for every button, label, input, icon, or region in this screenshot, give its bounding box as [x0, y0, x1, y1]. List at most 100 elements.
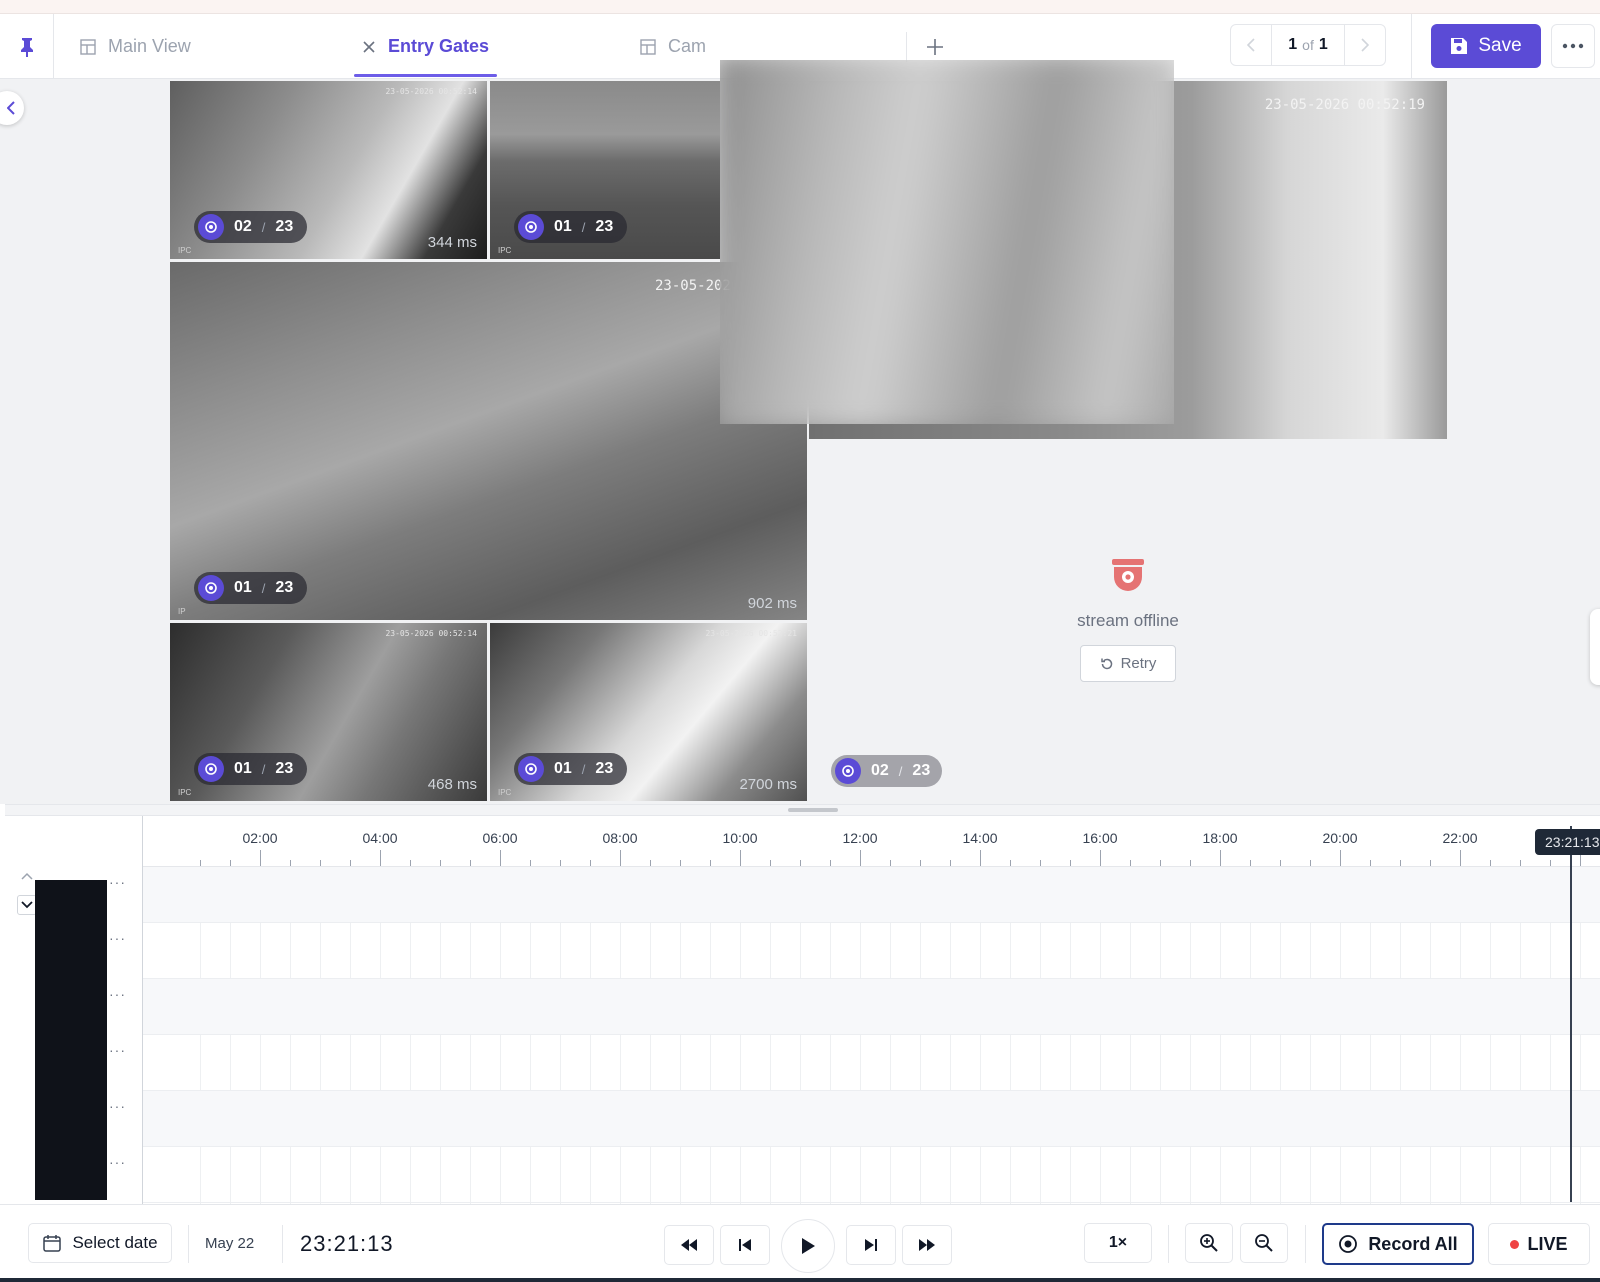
retry-label: Retry — [1120, 655, 1157, 672]
timeline-tick — [200, 860, 201, 866]
speed-button[interactable]: 1× — [1084, 1223, 1152, 1263]
previous-button[interactable] — [720, 1225, 770, 1265]
row-options-icon[interactable]: ··· — [109, 1042, 126, 1058]
close-icon[interactable] — [362, 40, 376, 54]
timeline-hour-label: 22:00 — [1442, 830, 1478, 846]
camera-counter-badge[interactable]: 01 / 23 — [514, 211, 628, 243]
camera-latency: 902 ms — [747, 595, 797, 612]
camera-timestamp: 23-05-2026 00:52:14 — [385, 629, 477, 638]
right-panel-handle[interactable] — [1590, 609, 1600, 685]
row-options-icon[interactable]: ··· — [109, 1154, 126, 1170]
camera-counter-badge[interactable]: 01 / 23 — [514, 753, 628, 785]
camera-tile[interactable]: IPC 01 / 23 — [490, 81, 720, 259]
timeline-tick — [710, 860, 711, 866]
next-button[interactable] — [846, 1225, 896, 1265]
camera-counter-badge[interactable]: 02 / 23 — [194, 211, 308, 243]
timeline-tick — [1160, 860, 1161, 866]
camera-counter-badge[interactable]: 01 / 23 — [194, 572, 308, 604]
resize-handle[interactable] — [788, 808, 838, 812]
current-time-marker[interactable] — [1570, 826, 1572, 1202]
live-button[interactable]: LIVE — [1488, 1223, 1590, 1265]
timeline-tick — [1040, 860, 1041, 866]
camera-watermark: IPC — [178, 788, 192, 797]
camera-tile[interactable]: 23-05-202 IP 902 ms 01 / 23 — [170, 262, 807, 620]
timeline-row[interactable] — [143, 867, 1600, 923]
camera-counter-badge[interactable]: 02 / 23 — [831, 755, 943, 787]
timeline-tick — [920, 860, 921, 866]
badge-first: 01 — [234, 579, 252, 596]
tab-entry-gates[interactable]: Entry Gates — [353, 14, 498, 79]
camera-tile[interactable]: 23-05-2026 00:52:14 IPC 344 ms 02 / 23 — [170, 81, 487, 259]
scroll-down-button[interactable] — [17, 895, 37, 915]
select-date-button[interactable]: Select date — [28, 1223, 172, 1263]
camera-tile[interactable]: 23-05-2026 00:52:14 IPC 468 ms 01 / 23 — [170, 623, 487, 801]
chevron-left-icon — [7, 101, 15, 115]
timeline-tick — [1400, 860, 1401, 866]
ellipsis-icon — [1562, 43, 1584, 49]
timeline-row[interactable] — [143, 1147, 1600, 1203]
timeline-tick — [440, 860, 441, 866]
tab-main-view[interactable]: Main View — [80, 14, 191, 79]
timeline-tick — [980, 850, 981, 866]
timeline-hour-label: 04:00 — [362, 830, 398, 846]
refresh-icon — [1100, 658, 1112, 669]
page-current: 1 — [1288, 36, 1298, 53]
play-button[interactable] — [781, 1219, 835, 1273]
fast-forward-button[interactable] — [902, 1225, 952, 1265]
timeline-tick — [530, 860, 531, 866]
timeline-hour-label: 10:00 — [722, 830, 758, 846]
tab-label: Main View — [108, 36, 191, 56]
badge-first: 02 — [234, 218, 252, 235]
zoom-out-button[interactable] — [1240, 1223, 1288, 1263]
settings-icon — [198, 756, 224, 782]
save-button[interactable]: Save — [1431, 24, 1541, 68]
more-options-button[interactable] — [1551, 24, 1595, 68]
window-bottom-edge — [0, 1278, 1600, 1282]
live-label: LIVE — [1527, 1233, 1568, 1254]
pin-button[interactable] — [0, 14, 54, 79]
pin-icon — [20, 37, 33, 57]
zoom-in-button[interactable] — [1185, 1223, 1233, 1263]
skip-back-icon — [739, 1239, 751, 1251]
timeline-row[interactable] — [143, 979, 1600, 1035]
page-indicator: 1 of 1 — [1271, 25, 1345, 65]
tab-cam[interactable]: Cam — [640, 14, 706, 79]
add-tab-button[interactable] — [920, 32, 950, 62]
prev-page-button[interactable] — [1231, 25, 1271, 65]
speed-label: 1× — [1108, 1234, 1128, 1251]
scroll-up-button[interactable] — [17, 866, 37, 886]
rewind-button[interactable] — [664, 1225, 714, 1265]
timeline: ··· ··· ··· ··· ··· ··· 02:00 04:00 06:00 08:00 1… — [5, 816, 1600, 1204]
camera-tile[interactable]: 23-05-2026 00:52:21 IPC 2700 ms 01 / 23 — [490, 623, 807, 801]
live-indicator-icon — [1510, 1239, 1520, 1249]
camera-watermark: IPC — [498, 788, 512, 797]
row-options-icon[interactable]: ··· — [109, 1098, 126, 1114]
row-options-icon[interactable]: ··· — [109, 930, 126, 946]
timeline-row[interactable] — [143, 923, 1600, 979]
badge-first: 01 — [554, 218, 572, 235]
timeline-tick — [500, 850, 501, 866]
settings-icon — [198, 214, 224, 240]
tab-label: Cam — [668, 36, 707, 56]
camera-latency: 468 ms — [427, 776, 477, 793]
badge-first: 01 — [554, 760, 572, 777]
camera-counter-badge[interactable]: 01 / 23 — [194, 753, 308, 785]
retry-button[interactable]: Retry — [1080, 645, 1176, 682]
row-options-icon[interactable]: ··· — [109, 874, 126, 890]
row-options-icon[interactable]: ··· — [109, 986, 126, 1002]
chevron-left-icon — [1246, 38, 1255, 52]
timeline-tick — [1550, 860, 1551, 866]
next-page-button[interactable] — [1345, 25, 1385, 65]
timeline-row[interactable] — [143, 1035, 1600, 1091]
badge-second: 23 — [595, 218, 614, 235]
playback-controls: Select date May 22 23:21:13 1× Record Al… — [0, 1204, 1600, 1282]
timeline-row[interactable] — [143, 1091, 1600, 1147]
timeline-ruler[interactable]: 02:00 04:00 06:00 08:00 10:00 12:00 14:00 16:00… — [143, 816, 1600, 867]
resize-strip[interactable] — [5, 804, 1600, 816]
timeline-rows[interactable] — [143, 867, 1600, 1204]
offline-tile: stream offline Retry — [1000, 557, 1256, 682]
badge-second: 23 — [595, 760, 614, 777]
timeline-tick — [830, 860, 831, 866]
collapse-sidebar-button[interactable] — [0, 91, 24, 125]
record-all-button[interactable]: Record All — [1322, 1223, 1474, 1265]
